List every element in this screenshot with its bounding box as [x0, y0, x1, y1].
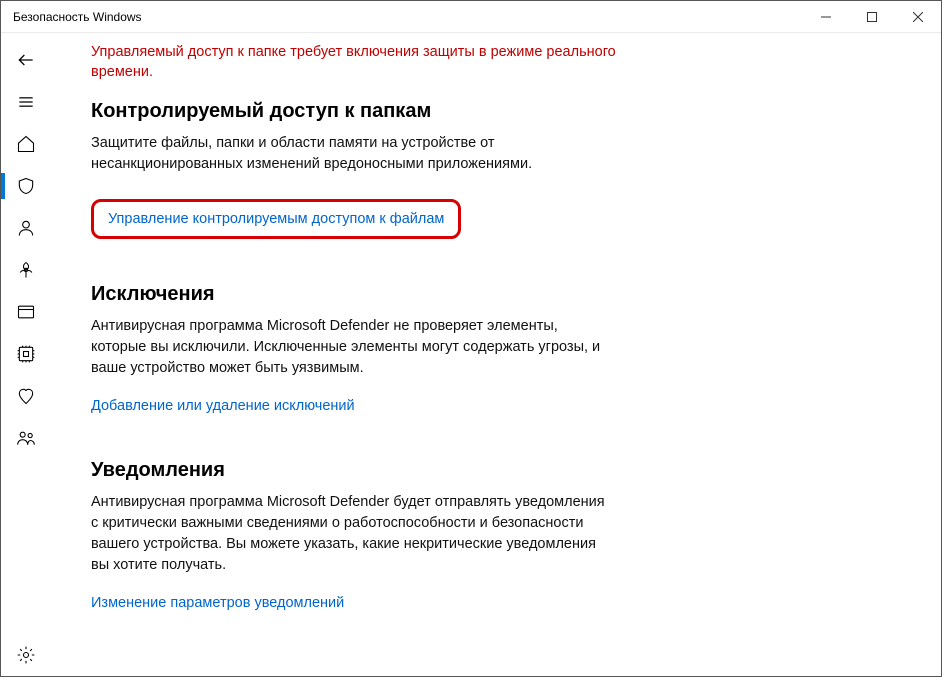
- sidebar-item-firewall[interactable]: [1, 249, 51, 291]
- manage-controlled-access-link[interactable]: Управление контролируемым доступом к фай…: [108, 211, 444, 227]
- manage-exclusions-link[interactable]: Добавление или удаление исключений: [91, 398, 355, 414]
- highlight-annotation: Управление контролируемым доступом к фай…: [91, 199, 461, 239]
- sidebar-item-home[interactable]: [1, 123, 51, 165]
- main-content: Управляемый доступ к папке требует включ…: [51, 33, 941, 676]
- section-notifications: Уведомления Антивирусная программа Micro…: [91, 459, 911, 612]
- maximize-button[interactable]: [849, 1, 895, 32]
- sidebar-item-account[interactable]: [1, 207, 51, 249]
- warning-text: Управляемый доступ к папке требует включ…: [91, 43, 651, 82]
- section-description: Защитите файлы, папки и области памяти н…: [91, 133, 611, 175]
- section-title: Исключения: [91, 283, 911, 306]
- section-controlled-folder-access: Контролируемый доступ к папкам Защитите …: [91, 100, 911, 239]
- section-exclusions: Исключения Антивирусная программа Micros…: [91, 283, 911, 415]
- sidebar-item-health[interactable]: [1, 375, 51, 417]
- window-controls: [803, 1, 941, 32]
- sidebar-item-virus-protection[interactable]: [1, 165, 51, 207]
- sidebar-item-app-browser[interactable]: [1, 291, 51, 333]
- sidebar: [1, 33, 51, 676]
- section-description: Антивирусная программа Microsoft Defende…: [91, 316, 611, 379]
- sidebar-item-family[interactable]: [1, 417, 51, 459]
- section-title: Контролируемый доступ к папкам: [91, 100, 911, 123]
- window-title: Безопасность Windows: [13, 10, 142, 24]
- close-button[interactable]: [895, 1, 941, 32]
- menu-button[interactable]: [1, 81, 51, 123]
- titlebar: Безопасность Windows: [1, 1, 941, 33]
- back-button[interactable]: [1, 39, 51, 81]
- minimize-button[interactable]: [803, 1, 849, 32]
- section-description: Антивирусная программа Microsoft Defende…: [91, 492, 611, 576]
- manage-notifications-link[interactable]: Изменение параметров уведомлений: [91, 595, 344, 611]
- section-title: Уведомления: [91, 459, 911, 482]
- sidebar-item-settings[interactable]: [1, 634, 51, 676]
- sidebar-item-device-security[interactable]: [1, 333, 51, 375]
